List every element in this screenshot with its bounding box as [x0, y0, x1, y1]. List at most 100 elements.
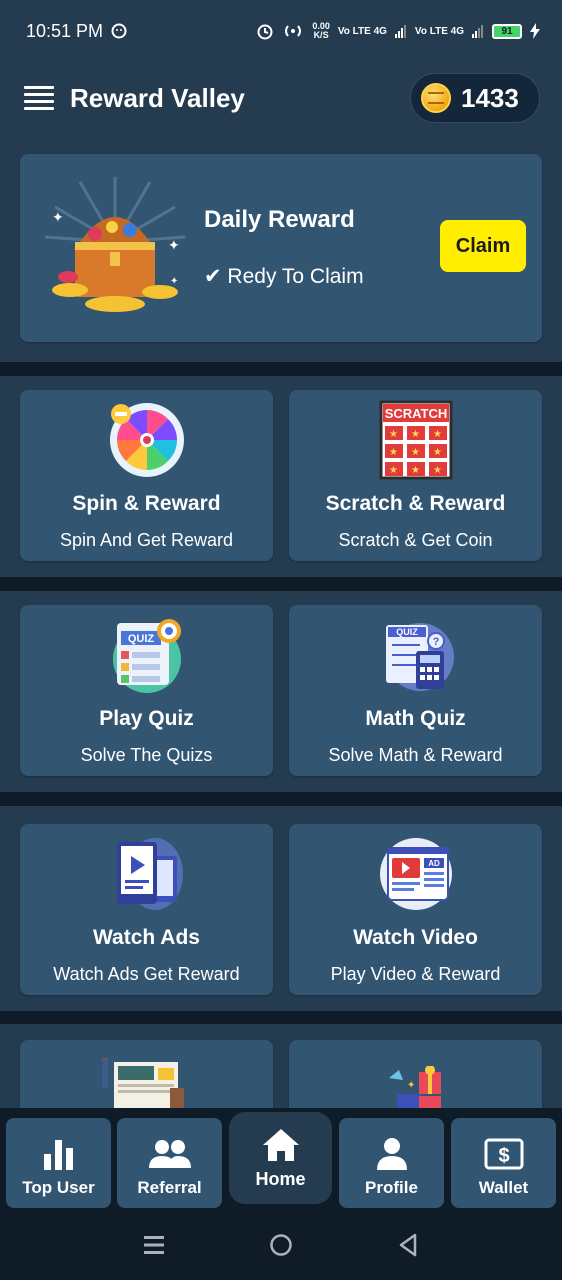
row-1-band: Spin & Reward Spin And Get Reward SCRATC… — [0, 376, 562, 577]
svg-text:★: ★ — [433, 429, 442, 440]
svg-text:★: ★ — [411, 465, 420, 476]
svg-text:★: ★ — [411, 429, 420, 440]
wallet-icon: $ — [484, 1138, 523, 1170]
recent-apps-icon — [143, 1236, 164, 1254]
network-1: Vo LTE 4G — [337, 25, 387, 37]
scratch-card-icon: SCRATCH ★ ★ ★ ★ ★ ★ ★ ★ ★ — [379, 400, 452, 480]
svg-text:✦: ✦ — [407, 1080, 415, 1091]
alarm-icon — [257, 24, 273, 40]
row-2-band: QUIZ Play Quiz Solve The Quizs QUIZ ? Ma… — [0, 591, 562, 792]
tile-title: Spin & Reward — [72, 492, 221, 515]
nav-label: Wallet — [478, 1178, 529, 1197]
spin-reward-card[interactable]: Spin & Reward Spin And Get Reward — [20, 390, 273, 561]
play-quiz-card[interactable]: QUIZ Play Quiz Solve The Quizs — [20, 605, 273, 776]
nav-home[interactable]: Home — [229, 1112, 332, 1204]
system-nav-bar — [0, 1210, 562, 1280]
hotspot-icon — [285, 25, 302, 37]
status-left: 10:51 PM — [26, 21, 127, 42]
math-quiz-card[interactable]: QUIZ ? Math Quiz Solve Math & Reward — [289, 605, 542, 776]
treasure-chest-icon: ✦ ✦ ✦ — [44, 177, 186, 312]
watch-video-card[interactable]: AD Watch Video Play Video & Reward — [289, 824, 542, 995]
battery-indicator: 91 — [492, 23, 522, 39]
network-2: Vo LTE 4G — [414, 25, 464, 37]
svg-text:?: ? — [432, 636, 439, 648]
tile-title: Scratch & Reward — [325, 492, 506, 515]
svg-text:★: ★ — [389, 465, 398, 476]
recent-apps-button[interactable] — [134, 1225, 174, 1265]
coin-balance[interactable]: 1433 — [410, 73, 540, 123]
status-right: 0.00 K/S Vo LTE 4G Vo LTE 4G 91 — [256, 22, 540, 40]
spin-wheel-icon — [109, 403, 184, 477]
back-button[interactable] — [388, 1225, 428, 1265]
nav-label: Home — [255, 1168, 306, 1189]
bar-chart-icon — [43, 1140, 73, 1170]
signal-icon — [394, 25, 406, 38]
svg-text:★: ★ — [389, 447, 398, 458]
nav-referral[interactable]: Referral — [117, 1118, 222, 1208]
svg-text:★: ★ — [411, 447, 420, 458]
gift-boxes-icon: ✦ — [389, 1066, 441, 1108]
menu-icon[interactable] — [24, 86, 54, 110]
svg-text:★: ★ — [433, 447, 442, 458]
svg-text:★: ★ — [433, 465, 442, 476]
home-icon — [262, 1128, 299, 1161]
watch-video-icon: AD — [379, 838, 452, 910]
app-title: Reward Valley — [70, 82, 245, 113]
partial-card-right[interactable]: ✦ — [289, 1040, 542, 1108]
tile-title: Play Quiz — [99, 707, 194, 730]
nav-top-user[interactable]: Top User — [6, 1118, 111, 1208]
newspaper-icon — [101, 1058, 184, 1108]
math-quiz-icon: QUIZ ? — [385, 623, 454, 691]
svg-text:QUIZ: QUIZ — [396, 627, 418, 637]
svg-text:AD: AD — [428, 859, 440, 868]
tile-title: Watch Ads — [93, 926, 200, 949]
tile-subtitle: Solve Math & Reward — [328, 745, 503, 765]
coin-count: 1433 — [461, 82, 519, 113]
row-4-band: ✦ — [0, 1024, 562, 1108]
back-triangle-icon — [400, 1233, 417, 1257]
daily-reward-status: ✔ Redy To Claim — [204, 265, 364, 288]
svg-text:✦: ✦ — [168, 238, 180, 254]
quiz-icon: QUIZ — [112, 619, 181, 693]
tile-subtitle: Spin And Get Reward — [59, 530, 234, 550]
daily-reward-band: ✦ ✦ ✦ Daily Reward ✔ Redy To Claim Claim — [0, 134, 562, 362]
notification-icon — [111, 23, 127, 39]
svg-text:★: ★ — [389, 429, 398, 440]
scratch-reward-card[interactable]: SCRATCH ★ ★ ★ ★ ★ ★ ★ ★ ★ Scratch & Reward Scr… — [289, 390, 542, 561]
person-icon — [376, 1138, 407, 1170]
watch-ads-card[interactable]: Watch Ads Watch Ads Get Reward — [20, 824, 273, 995]
tile-subtitle: Watch Ads Get Reward — [53, 964, 240, 984]
people-icon — [148, 1140, 191, 1168]
daily-reward-title: Daily Reward — [204, 206, 355, 233]
tile-subtitle: Solve The Quizs — [80, 745, 213, 765]
nav-label: Top User — [22, 1178, 95, 1197]
bottom-nav: Top User Referral Home Profile $ Wallet — [0, 1108, 562, 1210]
tile-title: Watch Video — [353, 926, 478, 949]
main-content: ✦ ✦ ✦ Daily Reward ✔ Redy To Claim Claim — [0, 134, 562, 1108]
partial-card-left[interactable] — [20, 1040, 273, 1108]
tile-subtitle: Scratch & Get Coin — [338, 530, 493, 550]
svg-text:SCRATCH: SCRATCH — [384, 406, 447, 421]
nav-label: Referral — [137, 1178, 202, 1197]
watch-ads-icon — [116, 838, 183, 910]
status-time: 10:51 PM — [26, 20, 104, 41]
svg-text:QUIZ: QUIZ — [127, 633, 154, 645]
home-system-button[interactable] — [261, 1225, 301, 1265]
nav-profile[interactable]: Profile — [339, 1118, 444, 1208]
nav-wallet[interactable]: $ Wallet — [451, 1118, 556, 1208]
tile-subtitle: Play Video & Reward — [330, 964, 501, 984]
daily-reward-card[interactable]: ✦ ✦ ✦ Daily Reward ✔ Redy To Claim Claim — [20, 154, 542, 342]
circle-home-icon — [270, 1234, 292, 1256]
row-3-band: Watch Ads Watch Ads Get Reward AD Watch … — [0, 806, 562, 1011]
status-bar: 10:51 PM 0.00 K/S Vo LTE 4G Vo LTE 4G 91 — [0, 0, 562, 62]
network-speed: 0.00 K/S — [312, 21, 330, 40]
svg-text:$: $ — [498, 1145, 509, 1167]
tile-title: Math Quiz — [365, 707, 466, 730]
claim-button[interactable]: Claim — [440, 220, 526, 272]
app-bar: Reward Valley 1433 — [0, 62, 562, 134]
charging-icon — [530, 23, 540, 39]
svg-text:✦: ✦ — [170, 276, 178, 287]
svg-text:✦: ✦ — [52, 210, 64, 226]
signal-icon-2 — [472, 25, 483, 38]
nav-label: Profile — [365, 1178, 418, 1197]
